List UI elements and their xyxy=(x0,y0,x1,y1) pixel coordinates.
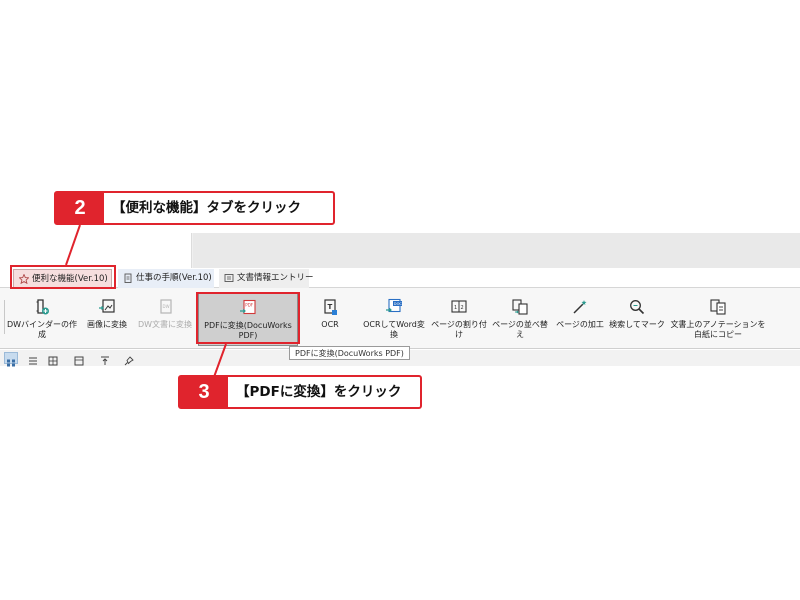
tab-label: 仕事の手順(Ver.10) xyxy=(136,273,212,283)
button-label: OCR xyxy=(321,320,339,329)
thumbnail-view-button[interactable] xyxy=(4,352,18,367)
button-label: OCRしてWord変換 xyxy=(363,320,425,339)
pin-icon xyxy=(124,356,134,366)
page-edit-button[interactable]: ページの加工 xyxy=(552,292,608,346)
top-left-panel xyxy=(0,233,192,268)
grid-icon xyxy=(7,359,15,367)
button-label: ページの加工 xyxy=(556,320,604,329)
button-highlight-box xyxy=(196,292,300,344)
binder-add-icon xyxy=(36,299,49,315)
step-number: 3 xyxy=(180,377,228,407)
ribbon-separator xyxy=(4,300,5,334)
tooltip: PDFに変換(DocuWorks PDF) xyxy=(289,346,410,360)
image-convert-icon xyxy=(99,299,115,313)
step-2-callout: 2 【便利な機能】タブをクリック xyxy=(54,191,335,225)
panel-icon xyxy=(74,356,84,366)
convert-to-dw-button[interactable]: DW DW文書に変換 xyxy=(137,292,193,346)
panel-view-button[interactable] xyxy=(72,352,86,366)
svg-text:1: 1 xyxy=(454,305,457,311)
button-label: 画像に変換 xyxy=(87,320,127,329)
create-binder-button[interactable]: DWバインダーの作成 xyxy=(6,292,78,346)
clipboard-icon xyxy=(124,273,132,283)
convert-to-image-button[interactable]: 画像に変換 xyxy=(80,292,134,346)
button-label: ページの並べ替え xyxy=(492,320,548,339)
ribbon-toolbar: DWバインダーの作成 画像に変換 DW DW文書に変換 PDF PDFに変換(D… xyxy=(0,288,800,349)
tab-work-procedure[interactable]: 仕事の手順(Ver.10) xyxy=(118,269,214,288)
svg-text:DW: DW xyxy=(163,304,170,309)
page-layout-button[interactable]: 12 ページの割り付け xyxy=(430,292,488,346)
tab-document-info-entry[interactable]: 文書情報エントリー xyxy=(219,269,314,288)
window-top-band xyxy=(0,233,800,268)
step-instruction: 【PDFに変換】をクリック xyxy=(236,384,402,400)
word-convert-icon: DOCX xyxy=(386,298,403,313)
table-icon xyxy=(48,356,58,366)
button-label: 検索してマーク xyxy=(609,320,665,329)
button-label: DWバインダーの作成 xyxy=(6,320,78,339)
svg-text:DOCX: DOCX xyxy=(394,302,403,306)
detail-view-button[interactable] xyxy=(46,352,60,366)
svg-text:2: 2 xyxy=(461,305,464,311)
document-info-icon xyxy=(224,274,234,282)
annotation-copy-button[interactable]: 文書上のアノテーションを白紙にコピー xyxy=(668,292,768,346)
step-instruction: 【便利な機能】タブをクリック xyxy=(112,200,301,216)
ocr-word-convert-button[interactable]: DOCX OCRしてWord変換 xyxy=(360,292,428,346)
ocr-icon: T xyxy=(324,299,337,315)
page-reorder-icon xyxy=(512,299,528,315)
button-label: ページの割り付け xyxy=(431,320,487,339)
ribbon-tab-row: 便利な機能(Ver.10) 仕事の手順(Ver.10) 文書情報エントリー xyxy=(0,268,800,288)
upload-view-button[interactable] xyxy=(98,352,112,365)
button-label: 文書上のアノテーションを白紙にコピー xyxy=(670,320,766,339)
page-reorder-button[interactable]: ページの並べ替え xyxy=(490,292,550,346)
svg-text:T: T xyxy=(328,303,333,311)
button-label: DW文書に変換 xyxy=(137,320,193,329)
step-3-callout: 3 【PDFに変換】をクリック xyxy=(178,375,422,409)
magic-wand-icon xyxy=(573,300,587,314)
upload-icon xyxy=(101,356,109,365)
page-layout-icon: 12 xyxy=(451,300,467,313)
search-mark-button[interactable]: 検索してマーク xyxy=(608,292,666,346)
list-icon xyxy=(29,357,37,365)
ocr-button[interactable]: T OCR xyxy=(310,292,350,346)
step-number: 2 xyxy=(56,193,104,223)
search-icon xyxy=(630,300,645,315)
list-view-button[interactable] xyxy=(26,352,40,365)
top-right-panel xyxy=(193,233,800,268)
pin-button[interactable] xyxy=(122,352,136,366)
annotation-copy-icon xyxy=(710,299,726,315)
tab-highlight-box xyxy=(10,265,116,289)
tab-label: 文書情報エントリー xyxy=(237,273,314,283)
dw-document-icon: DW xyxy=(160,299,172,314)
